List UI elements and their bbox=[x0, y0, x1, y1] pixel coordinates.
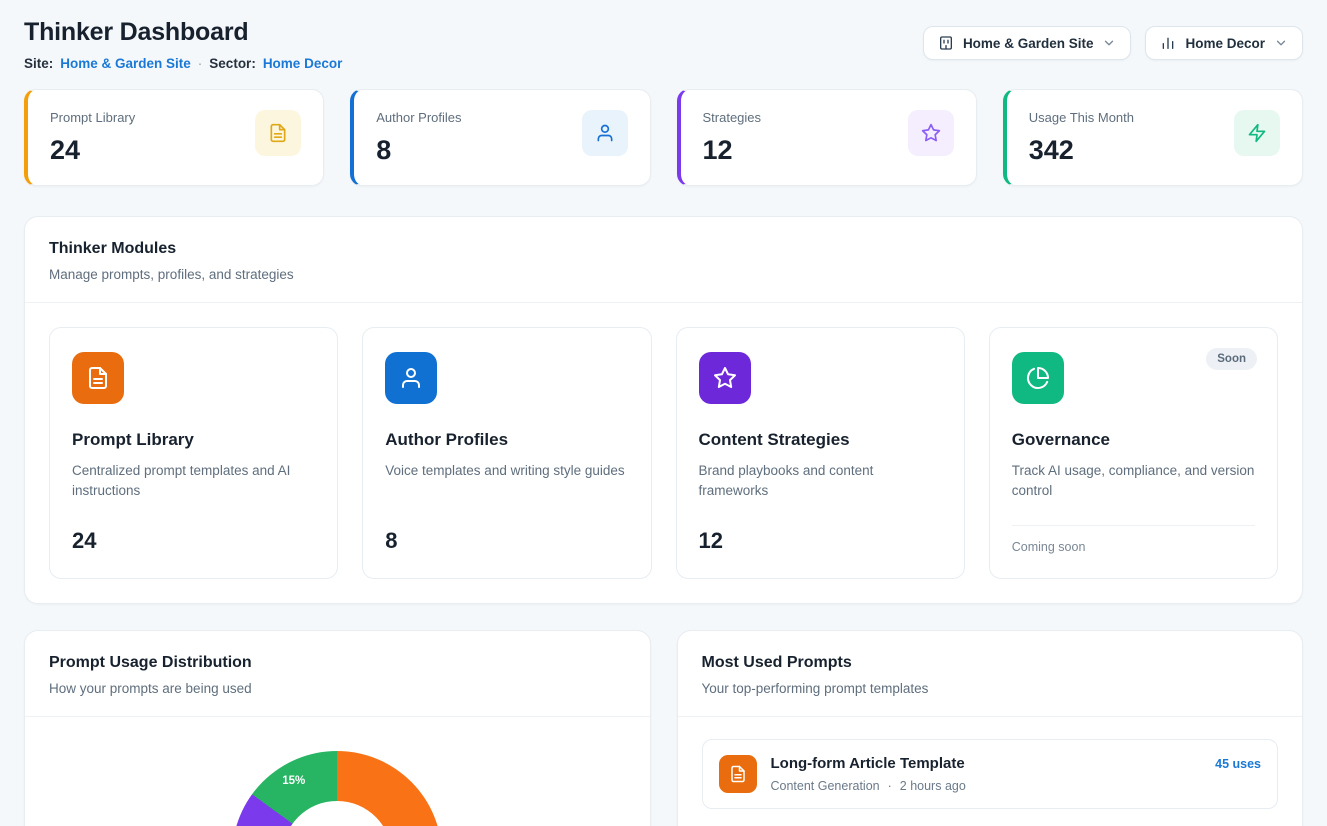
header-left: Thinker Dashboard Site: Home & Garden Si… bbox=[24, 18, 342, 71]
header-actions: Home & Garden Site Home Decor bbox=[923, 26, 1303, 60]
chart-area: 15% bbox=[25, 717, 650, 826]
module-title: Content Strategies bbox=[699, 430, 942, 450]
site-selector-label: Home & Garden Site bbox=[963, 36, 1094, 51]
chevron-down-icon bbox=[1274, 36, 1288, 50]
modules-title: Thinker Modules bbox=[49, 240, 1278, 258]
most-used-header: Most Used Prompts Your top-performing pr… bbox=[678, 631, 1303, 716]
prompt-list-item[interactable]: Long-form Article Template Content Gener… bbox=[702, 739, 1279, 809]
bottom-row: Prompt Usage Distribution How your promp… bbox=[24, 630, 1303, 826]
bar-chart-icon bbox=[1160, 35, 1176, 51]
stat-card-strategies: Strategies 12 bbox=[677, 89, 977, 186]
modules-panel: Thinker Modules Manage prompts, profiles… bbox=[24, 216, 1303, 604]
document-icon bbox=[719, 755, 757, 793]
header: Thinker Dashboard Site: Home & Garden Si… bbox=[24, 18, 1303, 71]
star-icon bbox=[699, 352, 751, 404]
module-card-governance[interactable]: Soon Governance Track AI usage, complian… bbox=[989, 327, 1278, 579]
document-icon bbox=[255, 110, 301, 156]
stat-card-usage: Usage This Month 342 bbox=[1003, 89, 1303, 186]
module-count: 12 bbox=[699, 528, 942, 554]
module-card-author-profiles[interactable]: Author Profiles Voice templates and writ… bbox=[362, 327, 651, 579]
sector-selector-label: Home Decor bbox=[1185, 36, 1265, 51]
building-icon bbox=[938, 35, 954, 51]
stat-info: Usage This Month 342 bbox=[1029, 110, 1134, 166]
stat-value: 342 bbox=[1029, 135, 1134, 166]
site-selector-dropdown[interactable]: Home & Garden Site bbox=[923, 26, 1132, 60]
module-description: Track AI usage, compliance, and version … bbox=[1012, 461, 1255, 502]
prompt-list: Long-form Article Template Content Gener… bbox=[678, 717, 1303, 826]
breadcrumb: Site: Home & Garden Site · Sector: Home … bbox=[24, 56, 342, 71]
donut-segment-label: 15% bbox=[282, 775, 305, 787]
module-description: Brand playbooks and content frameworks bbox=[699, 461, 942, 502]
stats-row: Prompt Library 24 Author Profiles 8 Stra… bbox=[24, 89, 1303, 186]
module-card-content-strategies[interactable]: Content Strategies Brand playbooks and c… bbox=[676, 327, 965, 579]
donut-chart: 15% bbox=[232, 751, 442, 826]
stat-info: Prompt Library 24 bbox=[50, 110, 135, 166]
donut-hole bbox=[282, 801, 392, 826]
coming-soon-text: Coming soon bbox=[1012, 540, 1255, 554]
modules-header: Thinker Modules Manage prompts, profiles… bbox=[25, 217, 1302, 302]
prompt-item-text: Long-form Article Template Content Gener… bbox=[771, 755, 966, 793]
document-icon bbox=[72, 352, 124, 404]
sector-link[interactable]: Home Decor bbox=[263, 56, 343, 71]
sector-label: Sector: bbox=[209, 56, 256, 71]
stat-label: Author Profiles bbox=[376, 110, 461, 125]
usage-panel-subtitle: How your prompts are being used bbox=[49, 681, 626, 696]
pie-chart-icon bbox=[1012, 352, 1064, 404]
user-icon bbox=[582, 110, 628, 156]
prompt-item-meta: Content Generation · 2 hours ago bbox=[771, 779, 966, 793]
stat-info: Strategies 12 bbox=[703, 110, 762, 166]
site-label: Site: bbox=[24, 56, 53, 71]
usage-panel-title: Prompt Usage Distribution bbox=[49, 654, 626, 672]
zap-icon bbox=[1234, 110, 1280, 156]
module-count: 8 bbox=[385, 528, 628, 554]
chevron-down-icon bbox=[1102, 36, 1116, 50]
stat-label: Prompt Library bbox=[50, 110, 135, 125]
module-description: Voice templates and writing style guides bbox=[385, 461, 628, 481]
module-description: Centralized prompt templates and AI inst… bbox=[72, 461, 315, 502]
modules-subtitle: Manage prompts, profiles, and strategies bbox=[49, 267, 1278, 282]
soon-badge: Soon bbox=[1206, 348, 1257, 370]
stat-info: Author Profiles 8 bbox=[376, 110, 461, 166]
most-used-title: Most Used Prompts bbox=[702, 654, 1279, 672]
prompt-item-category: Content Generation bbox=[771, 779, 880, 793]
user-icon bbox=[385, 352, 437, 404]
prompt-item-time: 2 hours ago bbox=[900, 779, 966, 793]
stat-value: 24 bbox=[50, 135, 135, 166]
module-card-prompt-library[interactable]: Prompt Library Centralized prompt templa… bbox=[49, 327, 338, 579]
meta-separator: · bbox=[888, 779, 892, 793]
usage-distribution-panel: Prompt Usage Distribution How your promp… bbox=[24, 630, 651, 826]
breadcrumb-separator: · bbox=[198, 56, 203, 71]
dashboard-page: Thinker Dashboard Site: Home & Garden Si… bbox=[0, 0, 1327, 826]
stat-label: Usage This Month bbox=[1029, 110, 1134, 125]
stat-value: 8 bbox=[376, 135, 461, 166]
site-link[interactable]: Home & Garden Site bbox=[60, 56, 191, 71]
modules-grid: Prompt Library Centralized prompt templa… bbox=[25, 303, 1302, 603]
divider bbox=[1012, 525, 1255, 526]
module-title: Prompt Library bbox=[72, 430, 315, 450]
module-count: 24 bbox=[72, 528, 315, 554]
prompt-item-title: Long-form Article Template bbox=[771, 755, 966, 772]
page-title: Thinker Dashboard bbox=[24, 18, 342, 47]
most-used-prompts-panel: Most Used Prompts Your top-performing pr… bbox=[677, 630, 1304, 826]
module-title: Author Profiles bbox=[385, 430, 628, 450]
stat-card-prompt-library: Prompt Library 24 bbox=[24, 89, 324, 186]
usage-panel-header: Prompt Usage Distribution How your promp… bbox=[25, 631, 650, 716]
sector-selector-dropdown[interactable]: Home Decor bbox=[1145, 26, 1303, 60]
star-icon bbox=[908, 110, 954, 156]
stat-label: Strategies bbox=[703, 110, 762, 125]
module-title: Governance bbox=[1012, 430, 1255, 450]
stat-value: 12 bbox=[703, 135, 762, 166]
stat-card-author-profiles: Author Profiles 8 bbox=[350, 89, 650, 186]
most-used-subtitle: Your top-performing prompt templates bbox=[702, 681, 1279, 696]
prompt-item-uses: 45 uses bbox=[1215, 757, 1261, 771]
